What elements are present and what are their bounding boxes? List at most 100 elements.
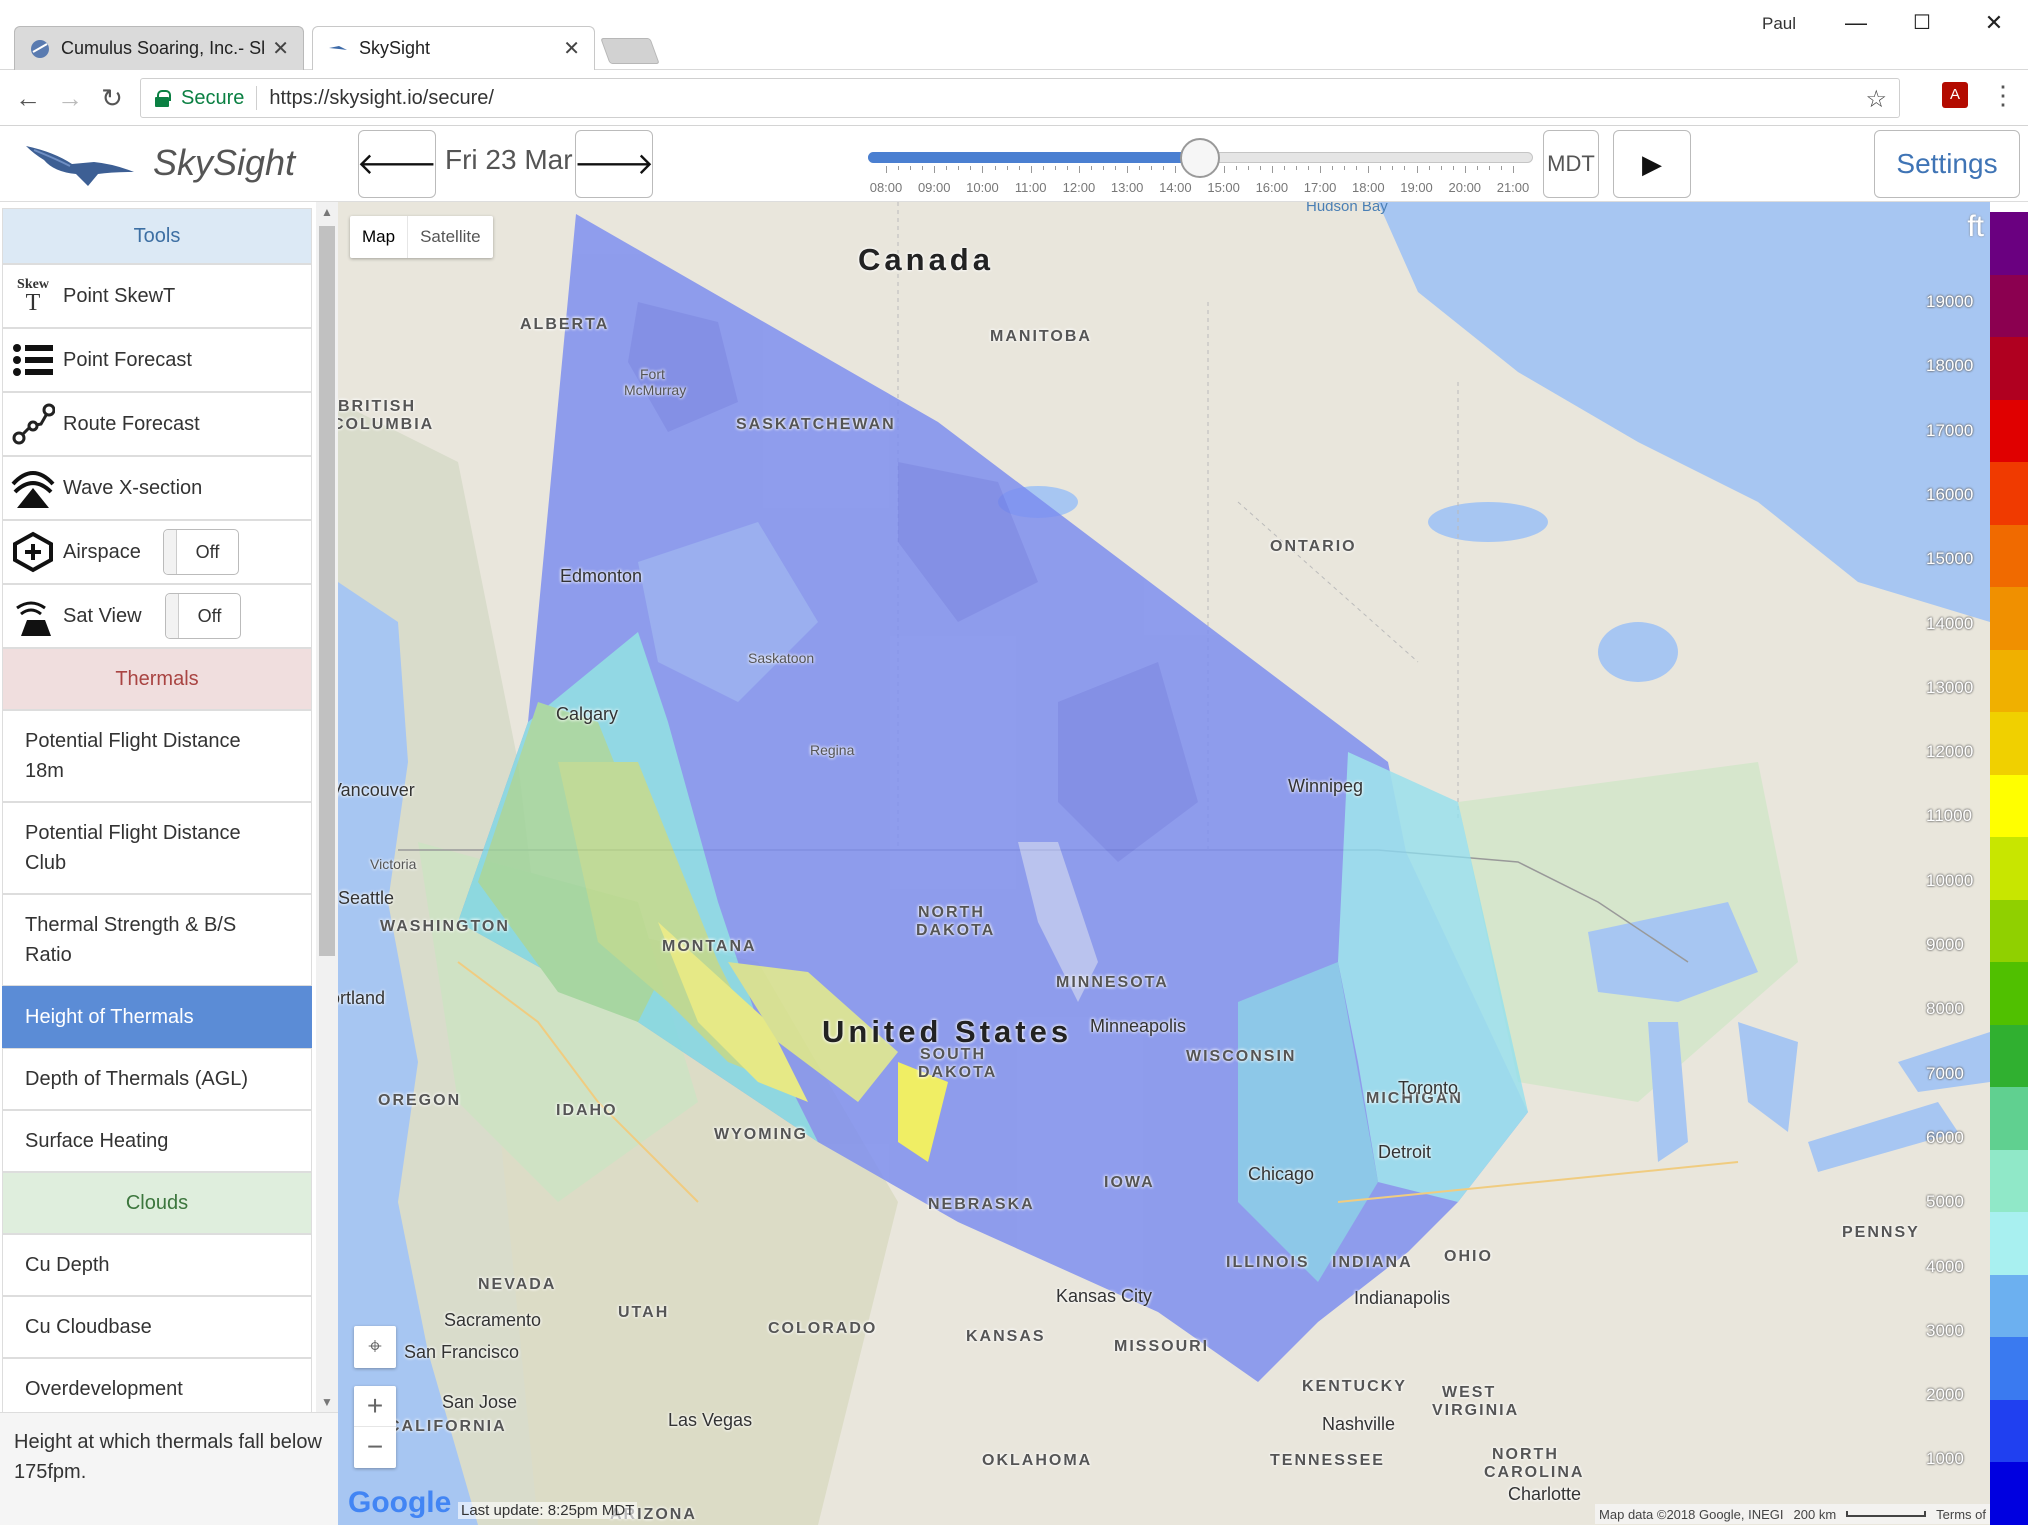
- legend-label: 14000: [1926, 613, 1974, 633]
- layer-overdevelopment[interactable]: Overdevelopment: [2, 1358, 312, 1420]
- tool-wave-xsection[interactable]: Wave X-section: [2, 456, 312, 520]
- legend-swatch: [1990, 1274, 2028, 1339]
- slider-tick-label: 08:00: [869, 180, 903, 195]
- legend-label: 17000: [1926, 420, 1974, 440]
- scrollbar-thumb[interactable]: [319, 226, 335, 956]
- legend-label: 3000: [1926, 1320, 1964, 1340]
- skewt-icon-letter: T: [25, 290, 41, 316]
- map-label-city: Sacramento: [444, 1310, 542, 1330]
- map-label-state: NEVADA: [478, 1276, 557, 1293]
- slider-tick-label: 11:00: [1014, 180, 1047, 195]
- layer-height-of-thermals[interactable]: Height of Thermals: [2, 986, 312, 1048]
- layer-label: Cu Cloudbase: [25, 1316, 152, 1338]
- maximize-icon[interactable]: ☐: [1904, 10, 1940, 38]
- slider-tick-label: 14:00: [1159, 180, 1192, 195]
- bookmark-star-icon[interactable]: ☆: [1865, 85, 1887, 114]
- map-label-state: MANITOBA: [990, 328, 1092, 345]
- browser-menu-icon[interactable]: ⋮: [1990, 80, 2016, 111]
- time-slider[interactable]: 08:00 09:00 10:00 11:00 12:00 13:00 14:00 15:00…: [868, 138, 1533, 198]
- map-label-state: COLUMBIA: [338, 416, 435, 433]
- map-label-state: DAKOTA: [918, 1064, 998, 1081]
- skewt-icon: Skew T: [11, 274, 55, 318]
- minimize-icon[interactable]: —: [1838, 10, 1874, 38]
- slider-tick: [934, 166, 936, 173]
- legend-swatch: [1990, 587, 2028, 651]
- pdf-extension-icon[interactable]: A: [1942, 82, 1968, 108]
- terms-link[interactable]: Terms of: [1936, 1507, 1986, 1522]
- legend-swatch: [1990, 1462, 2028, 1525]
- map-type-map-button[interactable]: Map: [350, 216, 407, 258]
- layer-depth-of-thermals[interactable]: Depth of Thermals (AGL): [2, 1048, 312, 1110]
- map-label-city: Winnipeg: [1288, 776, 1364, 796]
- legend-label: 15000: [1926, 549, 1974, 569]
- browser-tab-cumulus[interactable]: Cumulus Soaring, Inc.- Sk ✕: [14, 26, 304, 70]
- legend-swatch: [1990, 1399, 2028, 1464]
- profile-name[interactable]: Paul: [1762, 14, 1796, 34]
- forecast-map[interactable]: Hudson Bay Canada United States ALBERTA …: [338, 202, 1990, 1525]
- google-logo-text: Google: [348, 1486, 452, 1519]
- new-tab-button[interactable]: [600, 38, 660, 64]
- tool-point-forecast[interactable]: Point Forecast: [2, 328, 312, 392]
- tool-route-forecast[interactable]: Route Forecast: [2, 392, 312, 456]
- slider-tick: [946, 166, 948, 170]
- legend-label: 19000: [1926, 292, 1974, 311]
- forward-icon[interactable]: →: [54, 82, 86, 114]
- close-window-icon[interactable]: ✕: [1976, 10, 2012, 38]
- layer-cu-cloudbase[interactable]: Cu Cloudbase: [2, 1296, 312, 1358]
- slider-tick: [1464, 166, 1466, 173]
- slider-tick: [1018, 166, 1020, 170]
- layer-cu-depth[interactable]: Cu Depth: [2, 1234, 312, 1296]
- sidebar-scrollbar[interactable]: ▲ ▼: [316, 202, 338, 1412]
- legend-swatch: [1990, 1212, 2028, 1276]
- legend-swatch: [1990, 1337, 2028, 1401]
- map-label-city: Regina: [810, 742, 855, 758]
- scroll-down-icon[interactable]: ▼: [316, 1392, 338, 1412]
- locate-me-button[interactable]: ⌖: [354, 1326, 396, 1368]
- back-icon[interactable]: ←: [12, 82, 44, 114]
- settings-button[interactable]: Settings: [1874, 130, 2020, 198]
- layer-label: Overdevelopment: [25, 1378, 183, 1400]
- slider-tick-label: 20:00: [1448, 180, 1482, 195]
- legend-label: 8000: [1926, 999, 1964, 1019]
- reload-icon[interactable]: ↻: [96, 82, 128, 114]
- zoom-out-button[interactable]: −: [354, 1427, 396, 1467]
- layer-surface-heating[interactable]: Surface Heating: [2, 1110, 312, 1172]
- layer-potential-flight-distance-18m[interactable]: Potential Flight Distance 18m: [2, 710, 312, 802]
- tool-label: Route Forecast: [63, 413, 200, 435]
- map-label-state: NEBRASKA: [928, 1196, 1035, 1213]
- slider-tick: [1500, 166, 1502, 170]
- layer-description: Height at which thermals fall below 175f…: [0, 1412, 338, 1525]
- legend-swatch: [1990, 274, 2028, 339]
- tools-header: Tools: [2, 208, 312, 264]
- prev-day-button[interactable]: 🡐: [357, 130, 437, 198]
- airspace-toggle[interactable]: Off: [163, 529, 239, 575]
- map-label-city: Portland: [338, 988, 386, 1008]
- url-text[interactable]: https://skysight.io/secure/: [269, 87, 494, 110]
- address-bar[interactable]: Secure https://skysight.io/secure/ ☆: [140, 78, 1900, 118]
- slider-tick: [970, 166, 972, 170]
- layer-potential-flight-distance-club[interactable]: Potential Flight Distance Club: [2, 802, 312, 894]
- map-label-city: Toronto: [1398, 1078, 1459, 1098]
- layer-label: Potential Flight Distance 18m: [25, 730, 241, 782]
- slider-tick: [1103, 166, 1105, 170]
- eagle-logo-icon: [26, 146, 134, 186]
- tool-point-skewt[interactable]: Skew T Point SkewT: [2, 264, 312, 328]
- layer-thermal-strength[interactable]: Thermal Strength & B/S Ratio: [2, 894, 312, 986]
- browser-tab-skysight[interactable]: SkySight ✕: [312, 26, 595, 70]
- timezone-button[interactable]: MDT: [1543, 130, 1599, 198]
- slider-thumb[interactable]: [1179, 138, 1220, 178]
- play-icon: ▶: [1642, 148, 1662, 179]
- slider-tick-label: 19:00: [1400, 180, 1433, 195]
- legend-swatch: [1990, 212, 2028, 276]
- sat-view-toggle[interactable]: Off: [165, 593, 241, 639]
- next-day-button[interactable]: 🡒: [574, 130, 654, 198]
- zoom-in-button[interactable]: +: [354, 1386, 396, 1427]
- skysight-favicon-icon: [329, 45, 347, 50]
- close-icon[interactable]: ✕: [272, 36, 289, 61]
- legend-swatch: [1990, 399, 2028, 464]
- scroll-up-icon[interactable]: ▲: [316, 202, 338, 222]
- map-type-satellite-button[interactable]: Satellite: [407, 216, 492, 258]
- legend-swatch: [1990, 1087, 2028, 1151]
- play-button[interactable]: ▶: [1613, 130, 1691, 198]
- close-icon[interactable]: ✕: [563, 36, 580, 61]
